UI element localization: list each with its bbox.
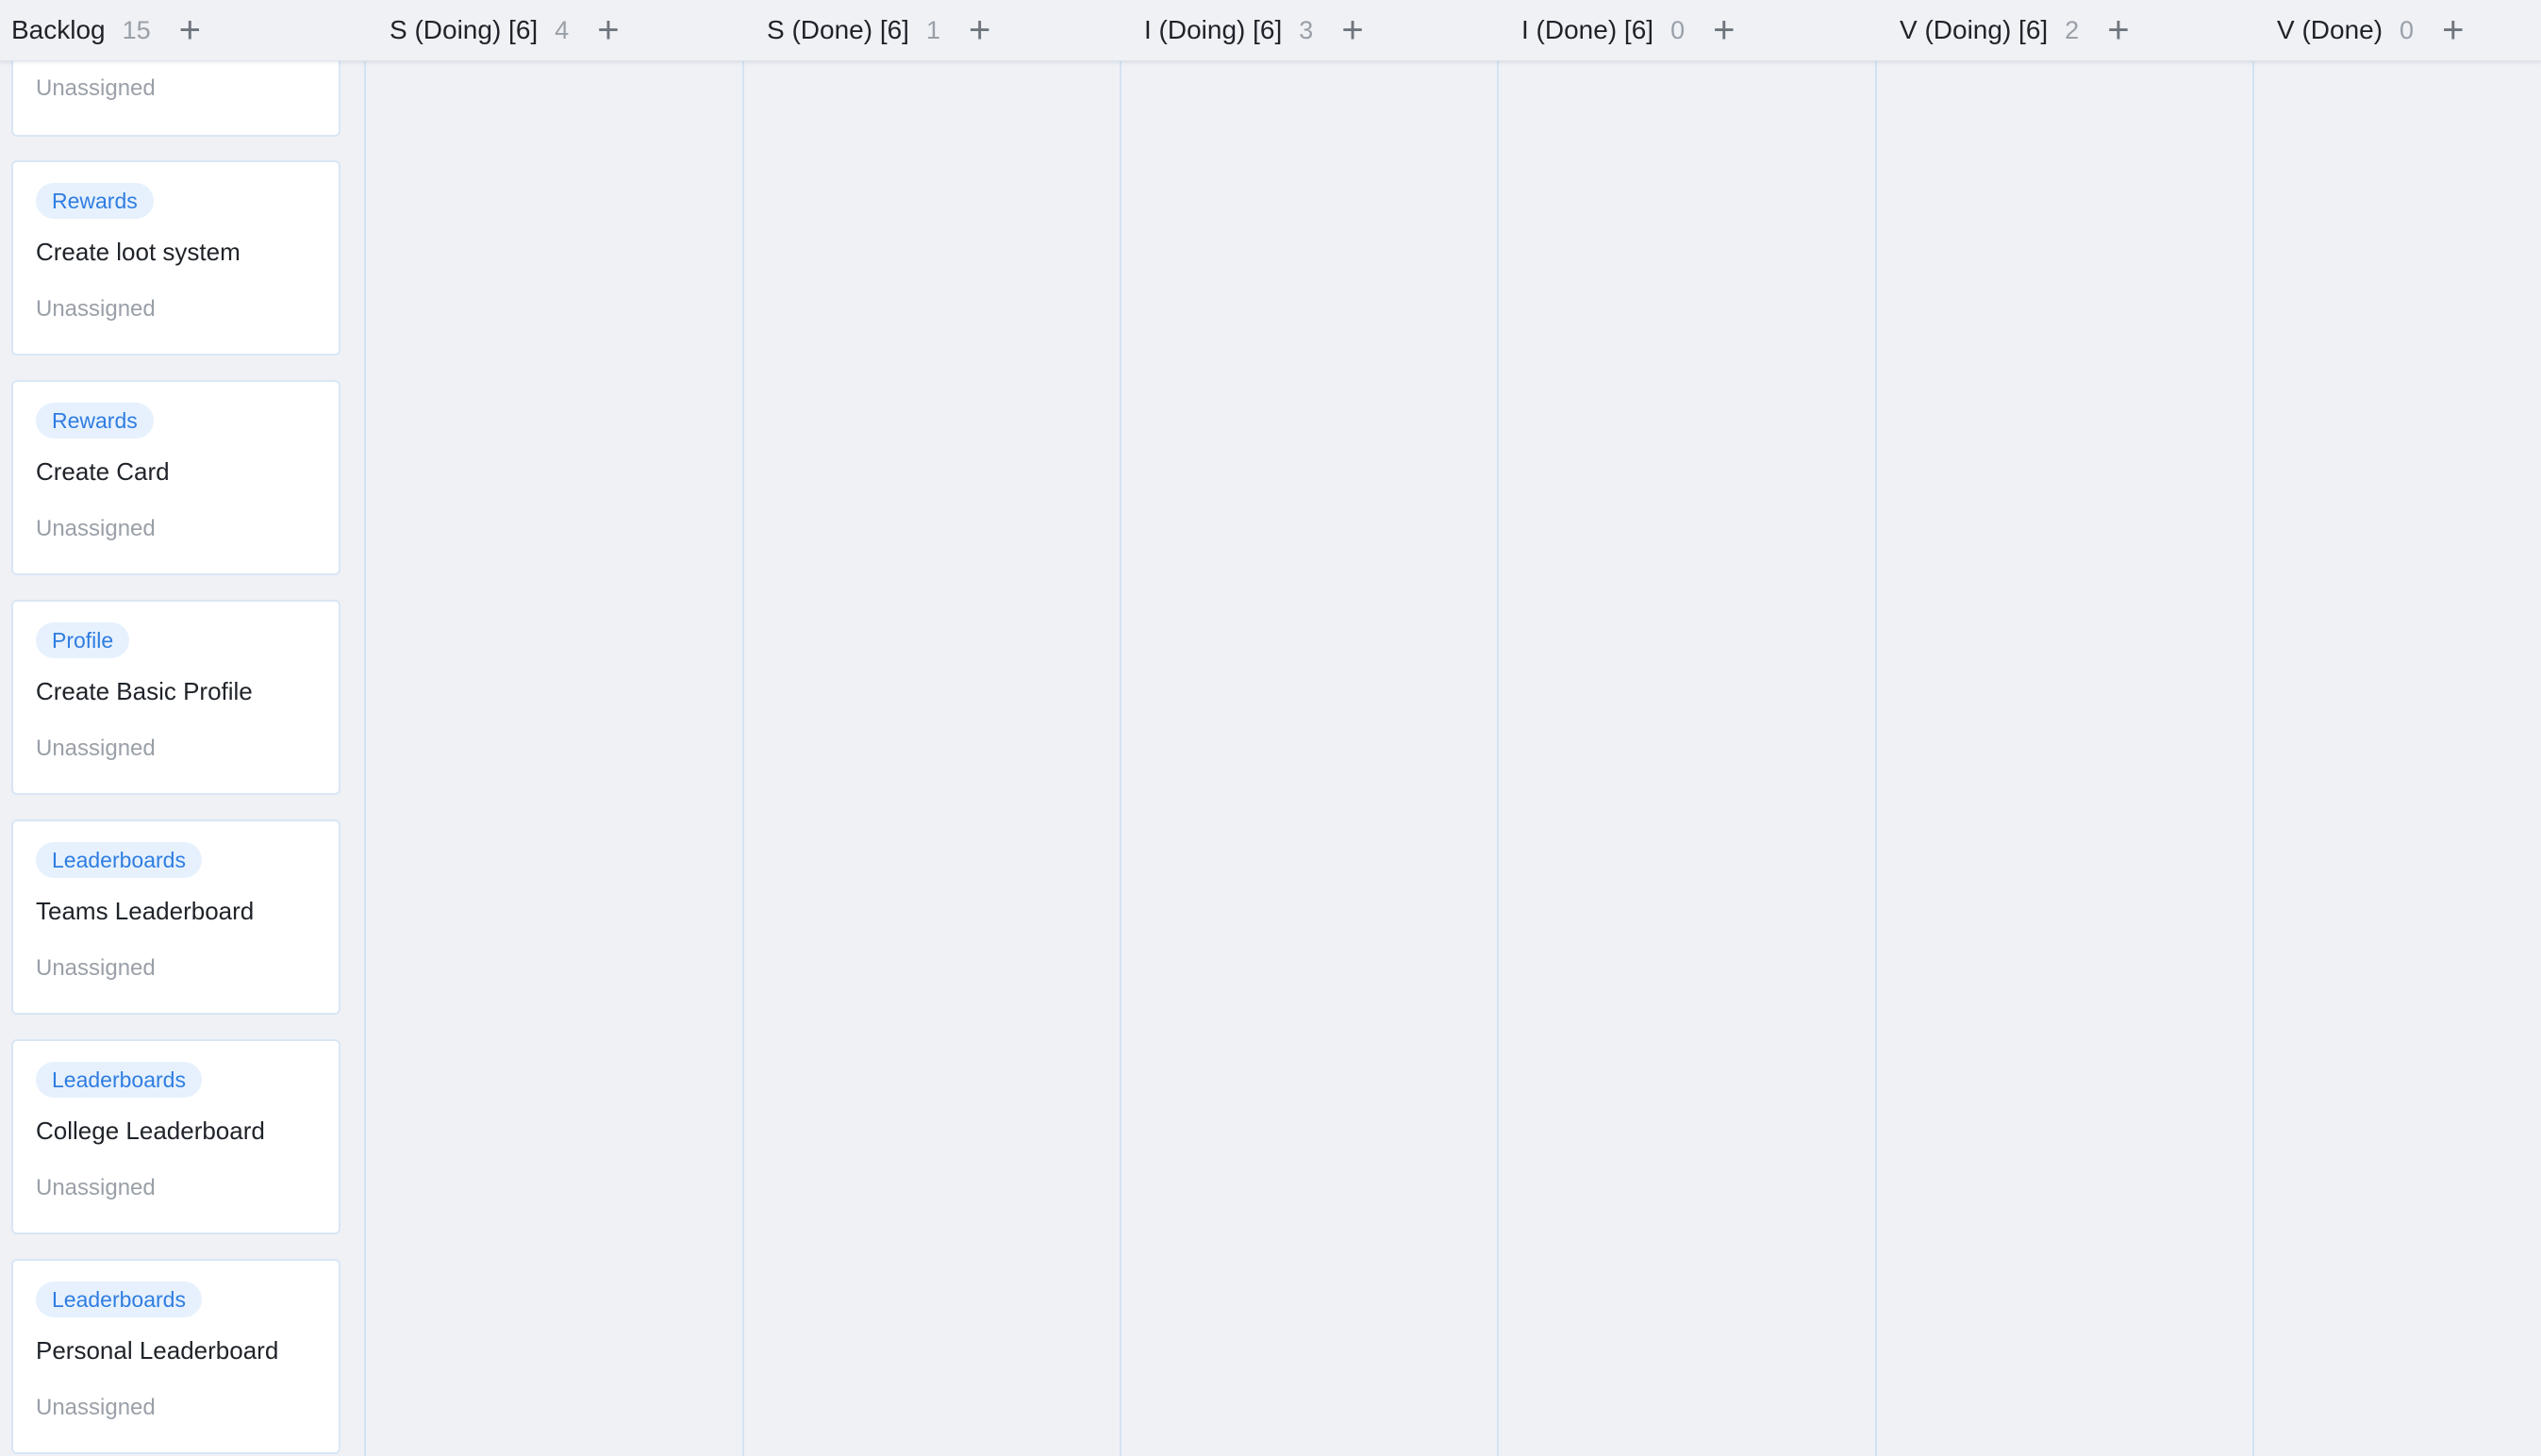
column-count: 2 xyxy=(2065,15,2080,44)
card-title: Personal Leaderboard xyxy=(36,1336,279,1365)
card-tag: Rewards xyxy=(36,183,154,219)
card-tag: Profile xyxy=(36,622,130,658)
column-header: V (Done) 0 + xyxy=(2254,0,2541,60)
card[interactable]: Unassigned xyxy=(11,59,340,137)
card-assignee: Unassigned xyxy=(36,1395,156,1420)
column-i-doing: I (Doing) [6] 3 + xyxy=(1120,0,1497,1456)
column-header: S (Doing) [6] 4 + xyxy=(366,0,742,60)
column-count: 4 xyxy=(555,15,570,44)
card[interactable]: Rewards Create loot system Unassigned xyxy=(11,160,340,356)
card-assignee: Unassigned xyxy=(36,1175,156,1200)
card-assignee: Unassigned xyxy=(36,75,156,101)
card-tag: Rewards xyxy=(36,403,154,438)
add-card-icon[interactable]: + xyxy=(1713,11,1735,49)
column-title: S (Doing) [6] xyxy=(390,15,539,44)
card-assignee: Unassigned xyxy=(36,736,156,761)
card-assignee: Unassigned xyxy=(36,516,156,541)
column-header: V (Doing) [6] 2 + xyxy=(1877,0,2252,60)
column-title: V (Doing) [6] xyxy=(1900,15,2049,44)
column-count: 0 xyxy=(2400,15,2415,44)
column-title: S (Done) [6] xyxy=(767,15,909,44)
column-count: 15 xyxy=(122,15,151,44)
add-card-icon[interactable]: + xyxy=(1341,11,1363,49)
card-title: Create Basic Profile xyxy=(36,677,253,705)
column-title: I (Doing) [6] xyxy=(1144,15,1283,44)
column-i-done: I (Done) [6] 0 + xyxy=(1497,0,1875,1456)
card-tag: Leaderboards xyxy=(36,1062,202,1098)
card-title: Teams Leaderboard xyxy=(36,897,255,925)
column-s-done: S (Done) [6] 1 + xyxy=(742,0,1120,1456)
card[interactable]: Leaderboards Personal Leaderboard Unassi… xyxy=(11,1259,340,1454)
column-s-doing: S (Doing) [6] 4 + xyxy=(364,0,742,1456)
card-title: College Leaderboard xyxy=(36,1117,265,1145)
card-title: Create loot system xyxy=(36,238,241,266)
card[interactable]: Rewards Create Card Unassigned xyxy=(11,380,340,575)
card[interactable]: Leaderboards College Leaderboard Unassig… xyxy=(11,1039,340,1234)
card-title: Create Card xyxy=(36,457,170,486)
add-card-icon[interactable]: + xyxy=(969,11,990,49)
column-header: I (Done) [6] 0 + xyxy=(1499,0,1875,60)
column-v-done: V (Done) 0 + xyxy=(2252,0,2541,1456)
card-tag: Leaderboards xyxy=(36,842,202,878)
column-count: 1 xyxy=(925,15,940,44)
column-header: I (Doing) [6] 3 + xyxy=(1121,0,1497,60)
column-count: 3 xyxy=(1299,15,1314,44)
column-header: S (Done) [6] 1 + xyxy=(744,0,1120,60)
add-card-icon[interactable]: + xyxy=(2107,11,2129,49)
add-card-icon[interactable]: + xyxy=(179,11,201,49)
card[interactable]: Profile Create Basic Profile Unassigned xyxy=(11,600,340,795)
column-title: Backlog xyxy=(11,15,106,44)
column-title: V (Done) xyxy=(2277,15,2383,44)
add-card-icon[interactable]: + xyxy=(597,11,619,49)
column-count: 0 xyxy=(1670,15,1686,44)
card-assignee: Unassigned xyxy=(36,296,156,322)
kanban-board: Backlog 15 + Unassigned Rewards Create l… xyxy=(0,0,2541,1456)
card-tag: Leaderboards xyxy=(36,1282,202,1317)
card[interactable]: Leaderboards Teams Leaderboard Unassigne… xyxy=(11,819,340,1015)
add-card-icon[interactable]: + xyxy=(2442,11,2464,49)
column-v-doing: V (Doing) [6] 2 + xyxy=(1875,0,2252,1456)
column-title: I (Done) [6] xyxy=(1521,15,1654,44)
card-assignee: Unassigned xyxy=(36,955,156,981)
column-backlog: Backlog 15 + Unassigned Rewards Create l… xyxy=(0,0,364,1456)
column-header: Backlog 15 + xyxy=(0,0,364,60)
